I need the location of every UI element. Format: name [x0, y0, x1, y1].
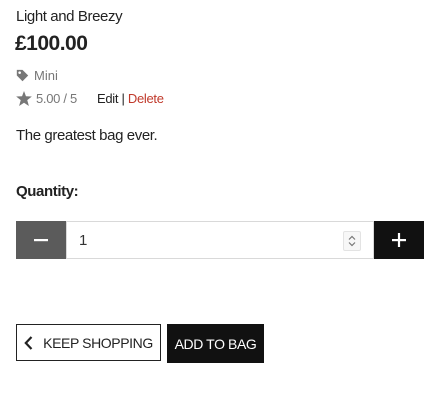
keep-shopping-label: KEEP SHOPPING: [43, 334, 153, 351]
quantity-input[interactable]: [67, 230, 321, 250]
product-name: Light and Breezy: [16, 8, 123, 25]
category-label[interactable]: Mini: [34, 68, 58, 83]
add-to-bag-label: ADD TO BAG: [174, 335, 257, 352]
edit-link[interactable]: Edit: [97, 91, 119, 106]
quantity-field-wrapper: [66, 221, 374, 259]
chevron-left-icon: [24, 335, 33, 350]
decrease-quantity-button[interactable]: [16, 221, 66, 259]
product-description: The greatest bag ever.: [16, 127, 158, 144]
edit-delete-links: Edit | Delete: [97, 91, 164, 106]
add-to-bag-button[interactable]: ADD TO BAG: [167, 324, 264, 363]
increase-quantity-button[interactable]: [374, 221, 424, 259]
minus-icon: [34, 239, 48, 242]
plus-icon: [392, 233, 406, 247]
link-separator: |: [121, 90, 125, 106]
category-row: Mini: [16, 66, 58, 84]
rating-row: 5.00 / 5 Edit | Delete: [16, 89, 164, 107]
tag-icon: [16, 69, 29, 81]
delete-link[interactable]: Delete: [128, 91, 164, 106]
quantity-spinner[interactable]: [343, 231, 361, 251]
rating-value: 5.00 / 5: [36, 90, 77, 106]
keep-shopping-button[interactable]: KEEP SHOPPING: [16, 324, 161, 361]
star-icon: [16, 90, 32, 106]
spinner-arrows-icon: [348, 235, 356, 247]
product-price: £100.00: [15, 32, 88, 55]
quantity-stepper: [16, 221, 424, 259]
quantity-label: Quantity:: [16, 183, 79, 200]
